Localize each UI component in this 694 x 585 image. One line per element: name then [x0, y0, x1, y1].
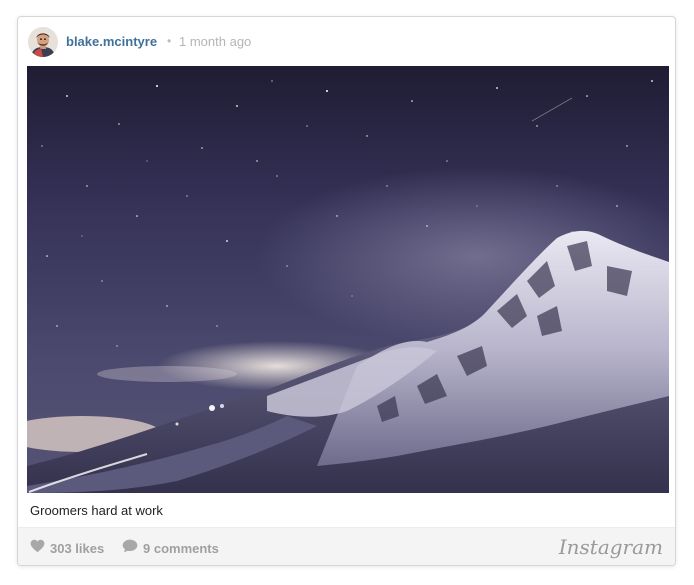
post-header: blake.mcintyre • 1 month ago	[18, 17, 675, 66]
post-timestamp[interactable]: 1 month ago	[179, 34, 251, 49]
likes-label: 303 likes	[50, 540, 105, 556]
instagram-embed-card: blake.mcintyre • 1 month ago Groomers ha…	[17, 16, 676, 566]
likes-count[interactable]: 303 likes	[30, 539, 105, 558]
instagram-logo[interactable]: Instagram	[559, 535, 663, 559]
speech-bubble-icon	[122, 539, 138, 558]
post-caption: Groomers hard at work	[30, 503, 163, 518]
comments-label: 9 comments	[143, 540, 219, 556]
avatar-image	[28, 27, 58, 57]
comments-count[interactable]: 9 comments	[122, 539, 219, 558]
avatar[interactable]	[28, 27, 58, 57]
night-mountain-image	[27, 66, 669, 493]
separator-dot: •	[167, 34, 172, 48]
username-link[interactable]: blake.mcintyre	[66, 34, 157, 49]
heart-icon	[30, 539, 45, 558]
post-photo[interactable]	[27, 66, 669, 493]
post-footer: 303 likes 9 comments Instagram	[18, 527, 675, 565]
